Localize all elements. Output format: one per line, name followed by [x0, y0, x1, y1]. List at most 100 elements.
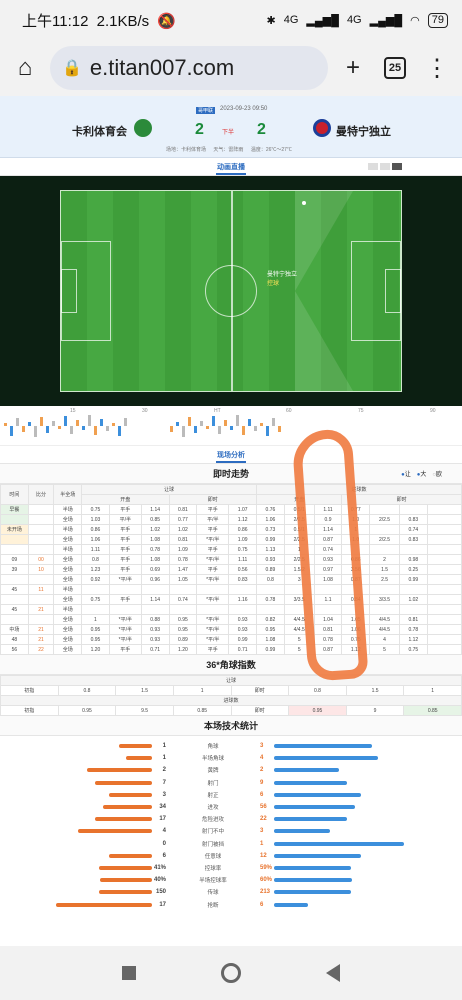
home-value: 1 — [162, 755, 166, 762]
odds-row: 中场 21 全场 0.95 *平/半 0.93 0.95 *平/半 0.93 0.95 4/4.5 0… — [0, 624, 462, 635]
fullscreen-button[interactable] — [392, 163, 402, 170]
home-team[interactable]: 卡利体育会 — [72, 123, 127, 139]
home-icon[interactable]: ⌂ — [8, 51, 42, 85]
odds-cell — [27, 504, 55, 515]
odds-cell: 1.08 — [140, 534, 170, 545]
odds-cell — [0, 614, 29, 625]
browser-toolbar: ⌂ 🔒 e.titan007.com + 25 ⋮ — [0, 40, 462, 96]
corner-cell: 1 — [172, 685, 232, 696]
view-toggle[interactable] — [368, 163, 402, 170]
timeline-bar — [212, 416, 215, 426]
odds-row: 早餐 半场 0.75 平手 1.14 0.81 平手 1.07 0.76 0.5/1 1.11 0.7… — [0, 504, 462, 515]
timeline-bar — [88, 415, 91, 426]
address-bar[interactable]: 🔒 e.titan007.com — [50, 46, 328, 90]
odds-cell: 0.78 — [256, 594, 285, 605]
corner-index-header: 36*角球指数 — [0, 655, 462, 675]
corner-cell: 1 — [403, 685, 462, 696]
odds-cell: *平/半 — [196, 574, 230, 585]
odds-cell: 0.93 — [140, 624, 170, 635]
legend-total[interactable]: ●大 — [417, 469, 427, 478]
odds-cell: 0.96 — [140, 574, 170, 585]
odds-cell: 0.71 — [140, 644, 170, 655]
tab-switcher-button[interactable]: 25 — [378, 51, 412, 85]
odds-cell: 0.71 — [228, 644, 258, 655]
recents-button[interactable] — [122, 966, 137, 980]
match-date: 2023-09-23 09:50 — [220, 106, 268, 112]
odds-cell: 全场 — [53, 574, 83, 585]
view-2d-button[interactable] — [368, 163, 378, 170]
timeline-bar — [170, 426, 173, 432]
odds-cell: 0.99 — [398, 574, 428, 585]
odds-cell: 2/2.5 — [369, 534, 400, 545]
odds-cell: 0.88 — [140, 614, 170, 625]
view-list-button[interactable] — [380, 163, 390, 170]
odds-cell: 1.07 — [228, 504, 258, 515]
odds-cell — [81, 584, 110, 595]
home-bar — [109, 792, 152, 797]
odds-cell: 全场 — [53, 554, 83, 565]
menu-icon[interactable]: ⋮ — [420, 51, 454, 85]
odds-cell: 3/3.5 — [369, 594, 400, 605]
odds-table-body: 早餐 半场 0.75 平手 1.14 0.81 平手 1.07 0.76 0.5/1 1.11 0.7… — [0, 504, 462, 655]
new-tab-icon[interactable]: + — [336, 51, 370, 85]
odds-cell: *平/半 — [196, 614, 230, 625]
stat-away: 1 — [256, 841, 426, 847]
odds-cell: 5 — [369, 644, 400, 655]
odds-cell: 1.02 — [168, 524, 198, 535]
legend-handicap[interactable]: ●让 — [401, 469, 411, 478]
legend-europe[interactable]: ○欧 — [432, 469, 442, 478]
league-tag[interactable]: 哥甲联 — [196, 107, 216, 114]
away-bar — [274, 817, 347, 822]
odds-cell: 0.93 — [228, 624, 258, 635]
match-period: 下半 — [222, 130, 235, 136]
odds-cell: 平手 — [196, 544, 230, 555]
odds-cell — [426, 504, 462, 515]
odds-cell: 0.95 — [81, 634, 110, 645]
stat-away: 6 — [256, 902, 426, 908]
home-bar — [56, 902, 152, 907]
odds-cell: *平/半 — [108, 574, 142, 585]
odds-cell — [27, 524, 55, 535]
corner-row-total: 初指 0.95 9.5 0.85 即时 0.95 9 0.85 — [0, 705, 462, 716]
timeline-bar — [278, 426, 281, 432]
odds-cell: 平手 — [108, 594, 142, 605]
odds-cell: 1.06 — [81, 534, 110, 545]
away-team[interactable]: 曼特宁独立 — [336, 123, 391, 139]
odds-cell — [426, 514, 462, 525]
odds-cell: 平手 — [196, 504, 230, 515]
home-value: 40% — [153, 877, 166, 884]
stat-home: 41% — [0, 865, 170, 871]
odds-cell — [140, 604, 170, 615]
odds-cell: *平/半 — [196, 594, 230, 605]
odds-cell: 0.95 — [168, 614, 198, 625]
odds-cell: 1.11 — [81, 544, 110, 555]
home-button[interactable] — [220, 963, 241, 983]
event-action: 控球 — [267, 281, 280, 287]
odds-cell: 全场 — [53, 534, 83, 545]
odds-cell: 2 — [369, 554, 400, 565]
timeline-bar — [100, 419, 103, 426]
odds-cell: 0.81 — [168, 534, 198, 545]
back-button[interactable] — [325, 964, 340, 982]
odds-cell: 0.75 — [398, 644, 428, 655]
odds-cell: 平手 — [108, 554, 142, 565]
home-value: 6 — [162, 852, 166, 859]
center-circle — [205, 265, 257, 317]
status-speed: 2.1KB/s — [96, 12, 150, 30]
analysis-tab[interactable]: 现场分析 — [0, 446, 462, 464]
venue: 场地：卡利体育场 — [166, 147, 207, 153]
odds-cell: 0.76 — [256, 504, 285, 515]
odds-cell — [426, 604, 462, 615]
odds-cell: 全场 — [53, 514, 83, 525]
web-page: 哥甲联 2023-09-23 09:50 卡利体育会 2 下半 2 曼特宁独立 … — [0, 96, 462, 946]
odds-cell — [398, 584, 428, 595]
home-value: 2 — [162, 767, 166, 774]
odds-cell: *平/半 — [108, 614, 142, 625]
stat-row: 150 传球 213 — [0, 886, 462, 898]
timeline-bar — [40, 417, 43, 426]
odds-cell — [426, 584, 462, 595]
odds-cell: 1.08 — [256, 634, 285, 645]
odds-cell: 4/4.5 — [369, 614, 400, 625]
timeline-tick: 90 — [430, 408, 436, 414]
live-tab[interactable]: 动画直播 — [0, 158, 462, 176]
